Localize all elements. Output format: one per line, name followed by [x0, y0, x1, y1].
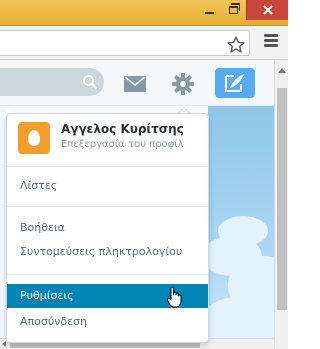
- menu-item-lists[interactable]: Λίστες: [7, 174, 208, 198]
- vertical-scrollbar[interactable]: [274, 60, 288, 349]
- maximize-button[interactable]: [222, 0, 244, 20]
- browser-toolbar: [0, 26, 288, 60]
- search-input[interactable]: [0, 68, 104, 96]
- star-icon[interactable]: [226, 35, 246, 55]
- window-titlebar: [0, 0, 288, 26]
- twitter-header: [0, 60, 288, 106]
- mail-icon[interactable]: [124, 76, 146, 92]
- minimize-icon: [204, 12, 214, 14]
- scroll-left-arrow-icon[interactable]: [2, 341, 6, 347]
- menu-divider: [7, 274, 208, 275]
- search-icon[interactable]: [82, 74, 98, 90]
- address-bar[interactable]: [0, 30, 250, 56]
- close-icon: [262, 5, 273, 15]
- minimize-button[interactable]: [198, 0, 220, 20]
- gear-icon[interactable]: [172, 73, 194, 95]
- menu-divider: [7, 166, 208, 167]
- profile-name: Αγγελος Κυρίτσης: [61, 122, 184, 136]
- close-button[interactable]: [246, 0, 288, 20]
- menu-item-keyboard-shortcuts[interactable]: Συντομεύσεις πληκτρολογίου: [7, 240, 208, 264]
- settings-dropdown-menu: Αγγελος Κυρίτσης Επεξεργασία του προφίλ …: [6, 113, 209, 343]
- hamburger-icon[interactable]: [264, 34, 278, 48]
- edit-profile-link[interactable]: Επεξεργασία του προφίλ: [61, 139, 184, 150]
- hand-cursor-icon: [166, 286, 182, 308]
- menu-item-help[interactable]: Βοήθεια: [7, 216, 208, 240]
- compose-icon: [225, 74, 244, 92]
- compose-tweet-button[interactable]: [215, 68, 255, 98]
- profile-background: [208, 106, 274, 338]
- profile-menu-item[interactable]: Αγγελος Κυρίτσης Επεξεργασία του προφίλ: [7, 114, 208, 166]
- egg-icon: [28, 130, 40, 146]
- scroll-up-arrow-icon[interactable]: [278, 68, 286, 73]
- scroll-thumb[interactable]: [277, 88, 287, 310]
- maximize-icon: [228, 3, 240, 14]
- menu-divider: [7, 206, 208, 207]
- menu-item-logout[interactable]: Αποσύνδεση: [7, 310, 208, 334]
- avatar: [18, 122, 50, 154]
